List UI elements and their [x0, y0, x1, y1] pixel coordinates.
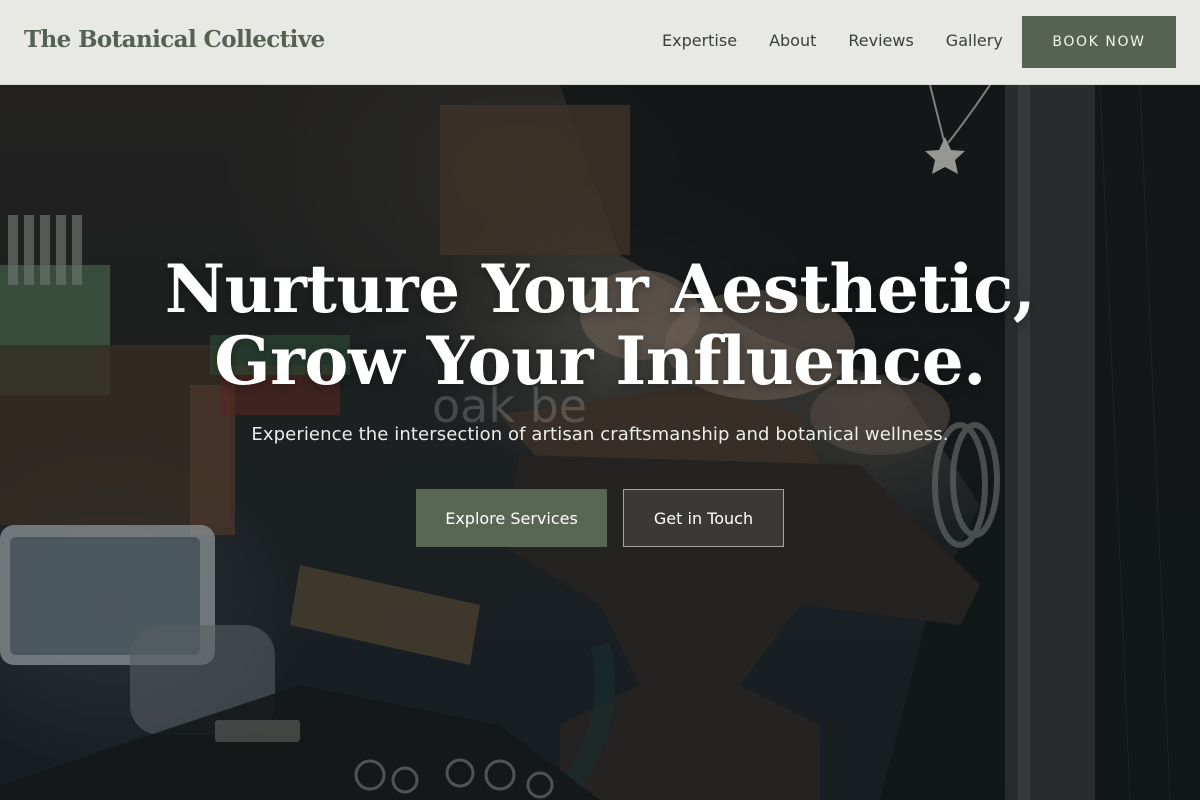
hero-title-line-1: Nurture Your Aesthetic,	[164, 250, 1036, 328]
hero-title: Nurture Your Aesthetic, Grow Your Influe…	[0, 253, 1200, 397]
site-header: The Botanical Collective Expertise About…	[0, 0, 1200, 85]
nav-link-expertise[interactable]: Expertise	[662, 31, 737, 50]
explore-services-button[interactable]: Explore Services	[416, 489, 607, 547]
book-now-button[interactable]: BOOK NOW	[1022, 16, 1176, 68]
hero-title-line-2: Grow Your Influence.	[214, 322, 986, 400]
hero-subtitle: Experience the intersection of artisan c…	[251, 424, 949, 445]
main-nav: Expertise About Reviews Gallery	[662, 31, 1035, 50]
nav-link-reviews[interactable]: Reviews	[848, 31, 913, 50]
nav-link-about[interactable]: About	[769, 31, 816, 50]
nav-link-gallery[interactable]: Gallery	[946, 31, 1003, 50]
hero-section: oak be Nurture Your Aesthetic, Grow Your…	[0, 85, 1200, 800]
brand-logo[interactable]: The Botanical Collective	[24, 26, 325, 53]
get-in-touch-button[interactable]: Get in Touch	[623, 489, 784, 547]
